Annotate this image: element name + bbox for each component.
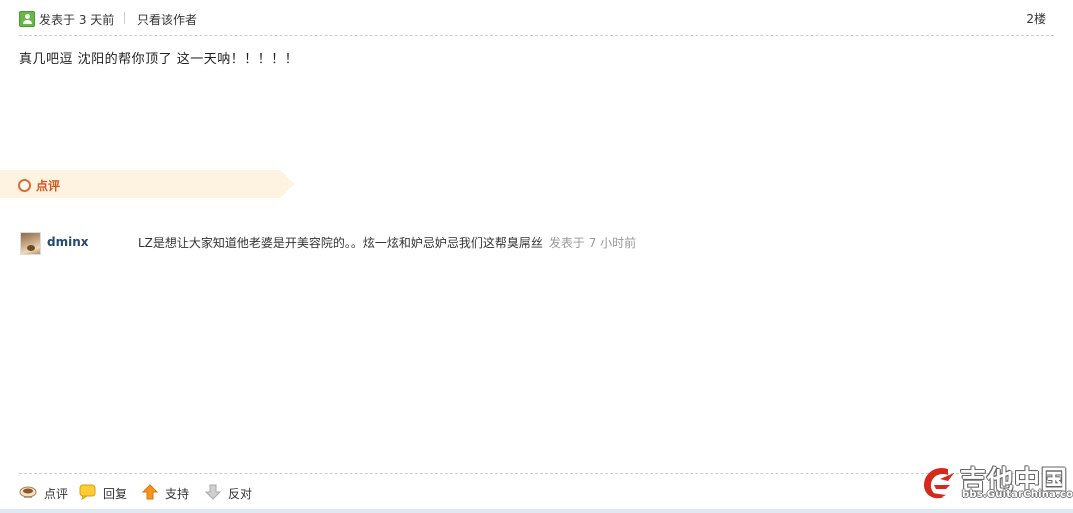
comment-body: LZ是想让大家知道他老婆是开美容院的。。炫一炫和妒忌妒忌我们这帮臭屌丝 发表于 7…	[138, 234, 636, 251]
floor-number[interactable]: 2楼	[1026, 10, 1046, 27]
post-content: 真几吧逗 沈阳的帮你顶了 这一天呐！！！！！	[19, 52, 299, 67]
cup-icon	[19, 486, 37, 498]
comment-text: LZ是想让大家知道他老婆是开美容院的。。炫一炫和妒忌妒忌我们这帮臭屌丝	[138, 236, 543, 250]
comment-label: 点评	[44, 487, 69, 501]
arrow-down-icon	[204, 484, 222, 500]
post-header: 发表于 3 天前 只看该作者 2楼	[19, 9, 1054, 31]
footer-divider	[19, 473, 1054, 474]
header-divider	[19, 35, 1054, 36]
watermark-url: bbs.GuitarChina.com	[962, 489, 1073, 500]
comment-time: 发表于 7 小时前	[548, 236, 637, 250]
post-time: 发表于 3 天前	[39, 13, 115, 27]
arrow-up-icon	[141, 484, 159, 500]
divider	[124, 12, 125, 24]
avatar[interactable]	[20, 232, 41, 255]
only-author-link[interactable]: 只看该作者	[137, 11, 197, 28]
speech-bubble-icon	[79, 484, 96, 500]
reply-label: 回复	[103, 487, 128, 501]
comment-section-header: 点评	[0, 170, 294, 198]
support-label: 支持	[165, 487, 190, 501]
guitar-china-logo-icon	[924, 467, 954, 499]
ring-icon	[18, 179, 31, 192]
comment-section-title: 点评	[36, 179, 61, 193]
user-online-icon	[19, 11, 35, 27]
site-watermark: 吉他中国 bbs.GuitarChina.com	[918, 461, 1073, 505]
comment-username[interactable]: dminx	[47, 235, 89, 249]
bottom-border	[0, 509, 1073, 513]
oppose-label: 反对	[228, 487, 253, 501]
